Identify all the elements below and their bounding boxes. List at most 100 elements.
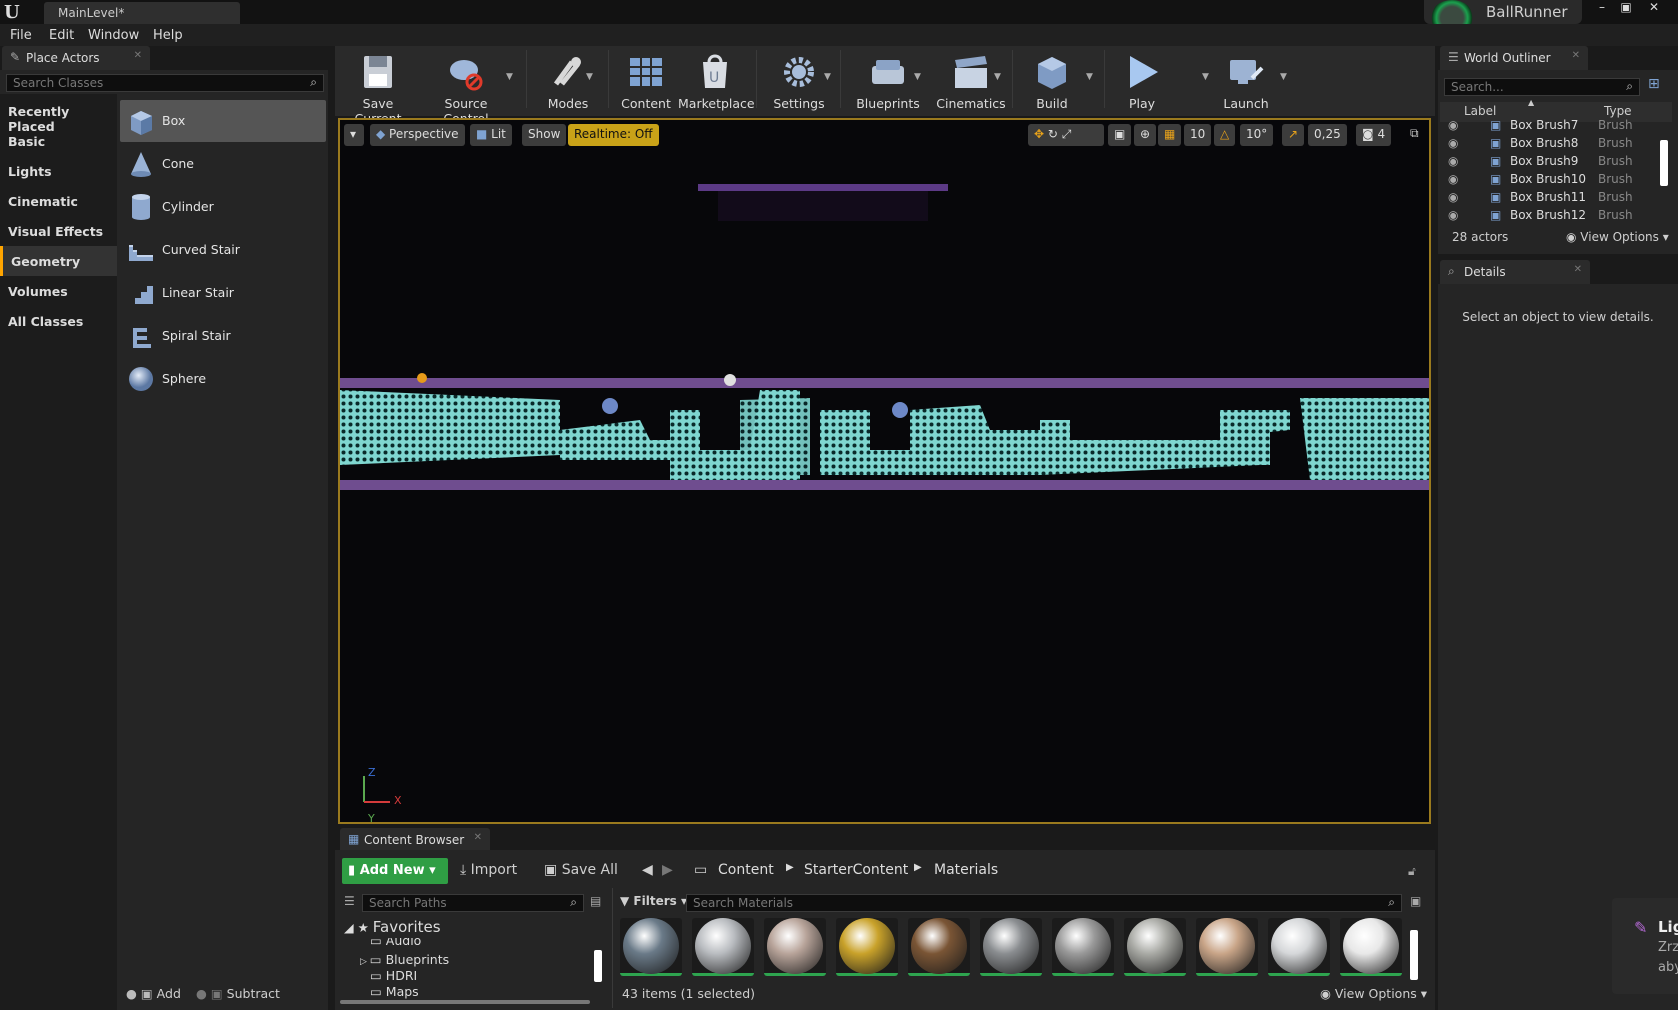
level-viewport[interactable]: X Y Z: [338, 118, 1431, 824]
scale-snap-toggle[interactable]: ↗: [1282, 124, 1305, 146]
material-thumbnail[interactable]: [692, 918, 754, 976]
actor-spiral-stair[interactable]: Spiral Stair: [120, 315, 326, 357]
forward-arrow-icon[interactable]: ▶: [662, 862, 673, 878]
search-classes-input[interactable]: Search Classes ⌕: [6, 74, 324, 92]
maximize-viewport-icon[interactable]: ⧉: [1410, 126, 1419, 141]
actor-sphere[interactable]: Sphere: [120, 358, 326, 400]
actor-curved-stair[interactable]: Curved Stair: [120, 229, 326, 271]
marketplace-button[interactable]: U Marketplace: [678, 46, 755, 112]
favorites-header[interactable]: ◢ ★ Favorites: [344, 918, 441, 936]
material-thumbnail[interactable]: [980, 918, 1042, 976]
table-row[interactable]: ◉ ▣ Box Brush11 Brush: [1438, 190, 1670, 208]
table-row[interactable]: ◉ ▣ Box Brush7 Brush: [1438, 118, 1670, 136]
content-button[interactable]: Content: [614, 46, 678, 112]
lock-icon[interactable]: 🔓︎: [1408, 864, 1416, 879]
category-visual-effects[interactable]: Visual Effects: [0, 216, 117, 246]
tab-place-actors[interactable]: ✎ Place Actors ✕: [2, 46, 150, 70]
dropdown-arrow-icon[interactable]: ▼: [586, 72, 593, 82]
grid-snap-toggle[interactable]: ▦: [1158, 124, 1182, 146]
material-thumbnail[interactable]: [1340, 918, 1402, 976]
category-cinematic[interactable]: Cinematic: [0, 186, 117, 216]
tab-world-outliner[interactable]: ☰ World Outliner ✕: [1440, 46, 1588, 70]
material-thumbnail[interactable]: [620, 918, 682, 976]
play-button[interactable]: Play: [1110, 46, 1174, 112]
dropdown-arrow-icon[interactable]: ▼: [1202, 72, 1209, 82]
level-tab[interactable]: MainLevel*: [44, 2, 240, 24]
tree-folder-hdri[interactable]: ▭ HDRI: [370, 968, 417, 983]
material-thumbnail[interactable]: [1124, 918, 1186, 976]
save-all-button[interactable]: ▣ Save All: [544, 862, 618, 878]
material-thumbnail[interactable]: [908, 918, 970, 976]
menu-window[interactable]: Window: [88, 28, 139, 43]
search-materials-input[interactable]: Search Materials ⌕: [686, 894, 1402, 912]
table-row[interactable]: ◉ ▣ Box Brush9 Brush: [1438, 154, 1670, 172]
actor-linear-stair[interactable]: Linear Stair: [120, 272, 326, 314]
notification-toast[interactable]: ✎ Lig Zrz aby: [1612, 898, 1678, 994]
dropdown-arrow-icon[interactable]: ▼: [506, 72, 513, 82]
eye-icon[interactable]: ◉: [1448, 118, 1458, 132]
eye-icon[interactable]: ◉: [1448, 190, 1458, 204]
material-thumbnail[interactable]: [836, 918, 898, 976]
world-local-button[interactable]: ⊕: [1134, 124, 1157, 146]
brush-subtract-option[interactable]: ● ▣ Subtract: [196, 986, 280, 1001]
breadcrumb-content[interactable]: Content: [718, 862, 774, 878]
close-icon[interactable]: ✕: [134, 50, 142, 61]
outliner-scrollbar[interactable]: [1660, 140, 1668, 186]
menu-file[interactable]: File: [10, 28, 32, 43]
tree-folder-blueprints[interactable]: ▷ ▭ Blueprints: [360, 952, 449, 967]
dropdown-arrow-icon[interactable]: ▼: [824, 72, 831, 82]
dropdown-arrow-icon[interactable]: ▼: [914, 72, 921, 82]
material-thumbnail[interactable]: [1052, 918, 1114, 976]
splitter[interactable]: [612, 888, 613, 1008]
menu-edit[interactable]: Edit: [49, 28, 74, 43]
source-control-button[interactable]: Source Control: [420, 46, 512, 126]
surface-snap-button[interactable]: ▣: [1108, 124, 1132, 146]
tree-folder-audio[interactable]: ▭ Audio: [370, 938, 421, 948]
material-thumbnail[interactable]: [1268, 918, 1330, 976]
realtime-button[interactable]: Realtime: Off: [568, 124, 659, 146]
menu-help[interactable]: Help: [153, 28, 183, 43]
rotation-snap-toggle[interactable]: △: [1214, 124, 1236, 146]
eye-icon[interactable]: ◉: [1448, 136, 1458, 150]
material-thumbnail[interactable]: [764, 918, 826, 976]
close-icon[interactable]: ✕: [1572, 50, 1580, 61]
maximize-button[interactable]: ▣: [1614, 0, 1638, 16]
actor-cylinder[interactable]: Cylinder: [120, 186, 326, 228]
outliner-search-input[interactable]: Search... ⌕: [1444, 78, 1640, 96]
transform-tools[interactable]: ✥ ↻ ⤢: [1028, 124, 1104, 146]
search-paths-input[interactable]: Search Paths ⌕: [362, 894, 584, 912]
grid-snap-value[interactable]: 10: [1184, 124, 1212, 146]
category-volumes[interactable]: Volumes: [0, 276, 117, 306]
actor-cone[interactable]: Cone: [120, 143, 326, 185]
column-type[interactable]: Type: [1604, 104, 1632, 118]
breadcrumb-startercontent[interactable]: StarterContent: [804, 862, 908, 878]
minimize-button[interactable]: –: [1590, 0, 1614, 16]
eye-icon[interactable]: ◉: [1448, 208, 1458, 222]
build-button[interactable]: Build: [1020, 46, 1084, 112]
dropdown-arrow-icon[interactable]: ▼: [1280, 72, 1287, 82]
camera-speed-button[interactable]: ◙ 4: [1356, 124, 1392, 146]
category-lights[interactable]: Lights: [0, 156, 117, 186]
tree-scrollbar[interactable]: [594, 950, 602, 982]
table-row[interactable]: ◉ ▣ Box Brush8 Brush: [1438, 136, 1670, 154]
cinematics-button[interactable]: Cinematics: [928, 46, 1014, 112]
category-basic[interactable]: Basic: [0, 126, 117, 156]
back-arrow-icon[interactable]: ◀: [642, 862, 653, 878]
show-button[interactable]: Show: [522, 124, 567, 146]
tree-folder-maps[interactable]: ▭ Maps: [370, 984, 419, 999]
filters-button[interactable]: ▼ Filters ▾: [620, 894, 687, 908]
add-new-button[interactable]: ▮ Add New ▾: [342, 858, 448, 884]
table-row[interactable]: ◉ ▣ Box Brush10 Brush: [1438, 172, 1670, 190]
import-button[interactable]: ⤓ Import: [460, 862, 517, 878]
close-icon[interactable]: ✕: [1574, 264, 1582, 275]
save-current-button[interactable]: Save Current: [339, 46, 417, 126]
path-view-icon[interactable]: ▤: [590, 894, 601, 908]
launch-button[interactable]: Launch: [1212, 46, 1280, 112]
category-all-classes[interactable]: All Classes: [0, 306, 117, 336]
scale-snap-value[interactable]: 0,25: [1308, 124, 1347, 146]
category-geometry[interactable]: Geometry: [0, 246, 117, 276]
viewport-options-button[interactable]: ▾: [344, 124, 364, 146]
material-thumbnail[interactable]: [1196, 918, 1258, 976]
dropdown-arrow-icon[interactable]: ▼: [994, 72, 1001, 82]
pin-icon[interactable]: ⊞: [1648, 76, 1660, 92]
